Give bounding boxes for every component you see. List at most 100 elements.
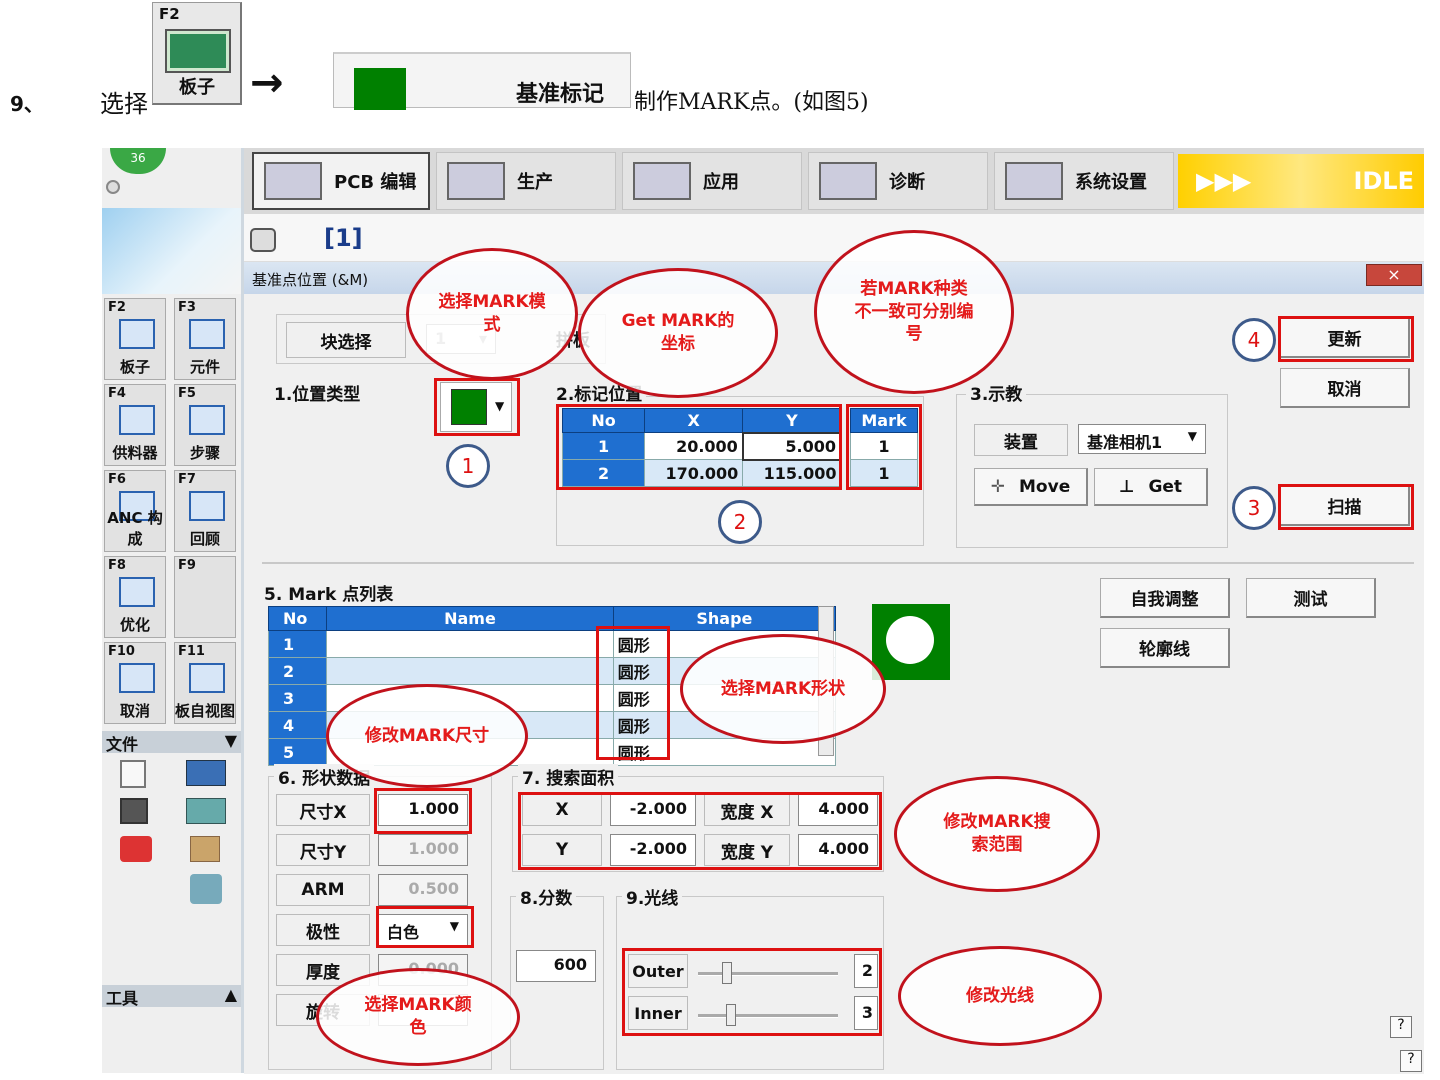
callout-modify-light: 修改光线 — [898, 946, 1102, 1046]
teach-label: 3.示教 — [966, 380, 1027, 405]
tile-icon — [189, 319, 225, 349]
highlight-mark-number — [846, 404, 922, 490]
f2-board-label: 板子 — [179, 77, 215, 98]
tile-f10[interactable]: F10 取消 — [104, 642, 166, 724]
network-icon[interactable] — [190, 874, 222, 904]
system-settings-icon — [1005, 162, 1063, 200]
function-tiles: F2 板子 F3 元件 F4 供料器 F5 步骤 F6 ANC 构成 F7 回顾 F8 优化 F9 F10 取消… — [104, 298, 242, 724]
mark-shape-preview — [872, 604, 950, 680]
tile-icon — [119, 577, 155, 607]
col-no: No — [267, 606, 328, 631]
new-file-icon[interactable] — [120, 760, 146, 788]
tab-diagnosis[interactable]: 诊断 — [808, 152, 988, 210]
highlight-position-type — [434, 378, 520, 436]
tile-f3[interactable]: F3 元件 — [174, 298, 236, 380]
tile-f2[interactable]: F2 板子 — [104, 298, 166, 380]
tile-icon — [189, 491, 225, 521]
tab-application[interactable]: 应用 — [622, 152, 802, 210]
board-checkbox[interactable] — [250, 228, 276, 252]
tab-pcb-edit[interactable]: PCB 编辑 — [252, 152, 430, 210]
step-marker-1: 1 — [446, 444, 490, 488]
file-section-header[interactable]: 文件 ▼ — [102, 731, 241, 754]
tab-label: 系统设置 — [1075, 172, 1147, 193]
import-icon[interactable] — [186, 798, 226, 824]
light-label: 9.光线 — [622, 884, 683, 909]
highlight-scan — [1278, 484, 1414, 530]
power-icon[interactable] — [120, 836, 152, 862]
tile-key: F11 — [178, 644, 205, 659]
tile-f4[interactable]: F4 供料器 — [104, 384, 166, 466]
move-icon: ✛ — [990, 476, 1006, 497]
device-label: 装置 — [974, 424, 1068, 456]
status-text: IDLE — [1353, 167, 1414, 195]
tab-system-settings[interactable]: 系统设置 — [994, 152, 1174, 210]
tools-section-header[interactable]: 工具 ▲ — [102, 985, 241, 1008]
highlight-polarity — [376, 906, 474, 948]
contour-button[interactable]: 轮廓线 — [1100, 628, 1230, 668]
self-adjust-button[interactable]: 自我调整 — [1100, 578, 1230, 618]
step-marker-4: 4 — [1232, 318, 1276, 362]
highlight-shape-column — [596, 626, 670, 760]
machine-status: ▶▶▶ IDLE — [1178, 154, 1424, 208]
tile-icon — [119, 663, 155, 693]
fiducial-mark-label: 基准标记 — [516, 82, 605, 107]
highlight-search-area — [518, 792, 882, 870]
fiducial-mark-button[interactable]: 基准标记 — [333, 52, 631, 110]
save-icon[interactable] — [120, 798, 148, 824]
tile-f6[interactable]: F6 ANC 构成 — [104, 470, 166, 552]
size-y-input[interactable]: 1.000 — [378, 834, 468, 866]
tools-section-label: 工具 — [106, 989, 139, 1008]
cell-name[interactable] — [326, 657, 614, 685]
status-arrows-icon: ▶▶▶ — [1196, 167, 1252, 195]
help-button-2[interactable]: ? — [1400, 1050, 1422, 1072]
search-area-label: 7. 搜索面积 — [518, 764, 619, 789]
row-no: 5 — [267, 738, 328, 766]
row-no: 1 — [267, 630, 328, 658]
device-dropdown[interactable]: 基准相机1 ▼ — [1078, 424, 1206, 454]
tile-f7[interactable]: F7 回顾 — [174, 470, 236, 552]
callout-get-mark-coords: Get MARK的坐标 — [578, 268, 778, 398]
close-icon[interactable]: × — [1366, 264, 1422, 286]
tile-icon — [119, 319, 155, 349]
tile-label: 供料器 — [112, 444, 158, 462]
instruction-prefix: 选择 — [100, 90, 148, 118]
document-icon[interactable] — [190, 836, 220, 862]
tile-icon — [189, 663, 225, 693]
f2-board-button[interactable]: F2 板子 — [152, 2, 242, 105]
move-button[interactable]: ✛ Move — [974, 468, 1088, 506]
cell-name[interactable] — [326, 630, 614, 658]
tab-production[interactable]: 生产 — [436, 152, 616, 210]
tile-key: F2 — [108, 300, 126, 315]
cancel-button[interactable]: 取消 — [1280, 368, 1410, 408]
polarity-label: 极性 — [276, 914, 370, 946]
tile-f8[interactable]: F8 优化 — [104, 556, 166, 638]
circle-shape-icon — [886, 616, 934, 664]
score-group — [510, 896, 604, 1070]
score-input[interactable]: 600 — [516, 950, 596, 982]
tile-f11[interactable]: F11 板自视图 — [174, 642, 236, 724]
get-button[interactable]: ⊥ Get — [1094, 468, 1208, 506]
arm-input[interactable]: 0.500 — [378, 874, 468, 906]
tile-key: F8 — [108, 558, 126, 573]
callout-select-mark-color: 选择MARK颜色 — [316, 968, 520, 1066]
tile-f9[interactable]: F9 — [174, 556, 236, 638]
block-select-label: 块选择 — [286, 322, 406, 358]
f2-key-label: F2 — [159, 5, 180, 23]
highlight-update — [1278, 316, 1414, 362]
board-index: [1] — [324, 224, 363, 252]
callout-modify-search-range: 修改MARK搜索范围 — [894, 776, 1100, 892]
board-icon — [165, 29, 231, 73]
tile-key: F10 — [108, 644, 135, 659]
tile-icon — [119, 405, 155, 435]
tab-label: 应用 — [703, 172, 739, 193]
get-icon: ⊥ — [1118, 476, 1135, 497]
test-button[interactable]: 测试 — [1246, 578, 1376, 618]
instruction-suffix: 制作MARK点。(如图5) — [634, 90, 869, 115]
tile-label: 步骤 — [189, 444, 220, 462]
step-marker-3: 3 — [1232, 486, 1276, 530]
help-button[interactable]: ? — [1390, 1016, 1412, 1038]
tab-label: PCB 编辑 — [334, 172, 417, 193]
tile-f5[interactable]: F5 步骤 — [174, 384, 236, 466]
logo-banner — [102, 208, 241, 294]
open-folder-icon[interactable] — [186, 760, 226, 786]
